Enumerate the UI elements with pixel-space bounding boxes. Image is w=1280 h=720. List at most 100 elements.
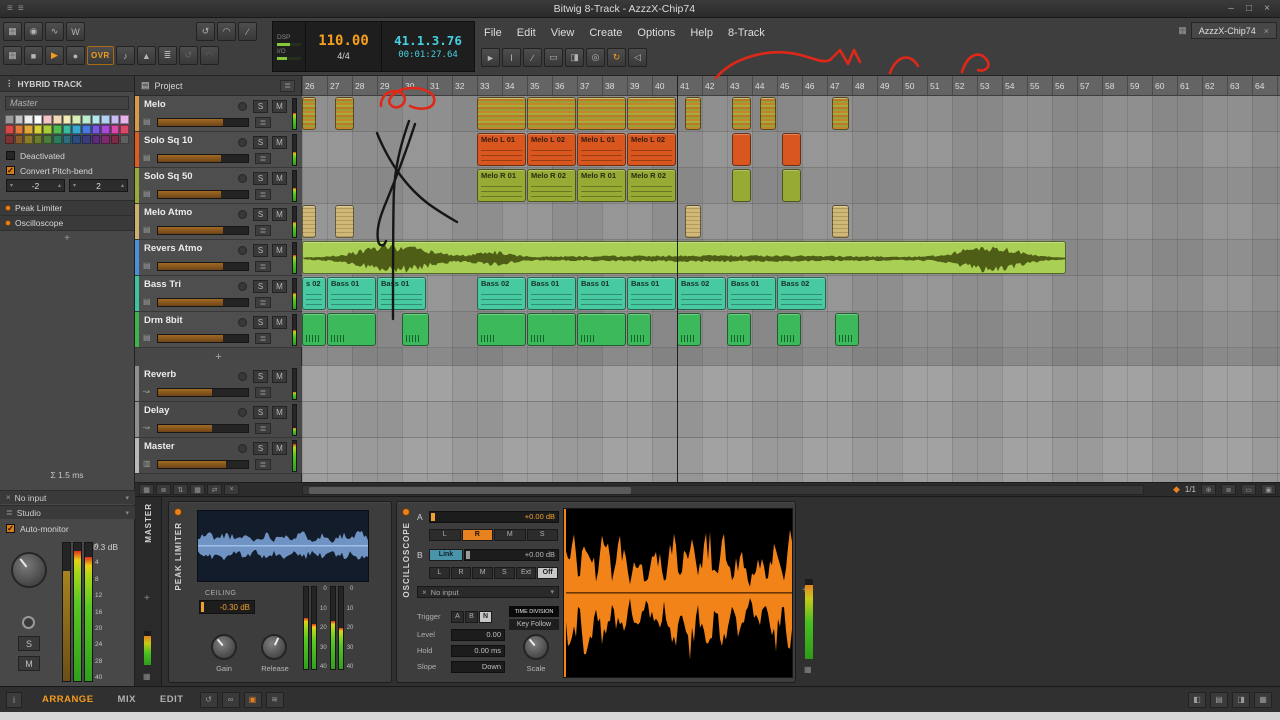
menu-help[interactable]: Help bbox=[690, 27, 713, 39]
record-arm-button[interactable] bbox=[22, 616, 35, 629]
ruler-bar-54[interactable]: 54 bbox=[1005, 81, 1014, 91]
track-volume-slider[interactable] bbox=[157, 298, 249, 307]
grid-icon[interactable]: ▦ bbox=[3, 22, 22, 41]
clip-melo[interactable] bbox=[732, 97, 751, 130]
track-menu-icon[interactable]: ≣ bbox=[255, 261, 271, 272]
clip-launcher-icon[interactable]: ▣ bbox=[244, 692, 262, 708]
ruler-bar-37[interactable]: 37 bbox=[580, 81, 589, 91]
clip-solo-sq-50-melo-r-01[interactable]: Melo R 01 bbox=[477, 169, 526, 202]
clip-bass-tri-s-02[interactable]: s 02 bbox=[302, 277, 326, 310]
list-view-icon[interactable]: ≣ bbox=[156, 484, 171, 495]
track-solo-button[interactable]: S bbox=[253, 100, 268, 113]
fader-icon[interactable]: ▲ bbox=[137, 46, 156, 65]
clear-input-icon[interactable]: × bbox=[6, 493, 11, 502]
close-button[interactable]: × bbox=[1260, 3, 1274, 14]
clip-melo-atmo[interactable] bbox=[302, 205, 316, 238]
clip-solo-sq-10-melo-l-02[interactable]: Melo L 02 bbox=[527, 133, 576, 166]
track-menu-icon[interactable]: ≣ bbox=[255, 189, 271, 200]
caret-up-icon[interactable]: ▴ bbox=[121, 182, 124, 189]
arrangement-row-solo-sq-10[interactable]: Melo L 01Melo L 02Melo L 01Melo L 02 bbox=[302, 132, 1280, 168]
palette-swatch-29[interactable] bbox=[34, 135, 43, 144]
deactivated-row[interactable]: Deactivated bbox=[0, 148, 134, 163]
tempo-display[interactable]: 110.00 4/4 bbox=[306, 22, 382, 71]
automation-lanes-icon[interactable]: ≣ bbox=[158, 46, 177, 65]
clip-solo-sq-10-melo-l-02[interactable]: Melo L 02 bbox=[627, 133, 676, 166]
ruler-bar-26[interactable]: 26 bbox=[305, 81, 314, 91]
palette-swatch-20[interactable] bbox=[72, 125, 81, 134]
knife-tool[interactable]: ◨ bbox=[565, 48, 584, 67]
hold-value[interactable]: 0.00 ms bbox=[451, 645, 505, 657]
snap-menu-icon[interactable]: ≣ bbox=[1221, 484, 1236, 495]
track-arm-dot[interactable] bbox=[238, 246, 247, 255]
palette-swatch-13[interactable] bbox=[5, 125, 14, 134]
ruler-bar-38[interactable]: 38 bbox=[605, 81, 614, 91]
ruler-bar-56[interactable]: 56 bbox=[1055, 81, 1064, 91]
clip-solo-sq-10-melo-l-01[interactable]: Melo L 01 bbox=[477, 133, 526, 166]
palette-swatch-15[interactable] bbox=[24, 125, 33, 134]
clip-bass-tri-bass-02[interactable]: Bass 02 bbox=[477, 277, 526, 310]
palette-swatch-9[interactable] bbox=[92, 115, 101, 124]
track-arm-dot[interactable] bbox=[238, 408, 247, 417]
arrangement-row-reverb[interactable] bbox=[302, 366, 1280, 402]
inspector-device-oscilloscope[interactable]: Oscilloscope bbox=[0, 216, 134, 231]
osc-a-r-button[interactable]: R bbox=[462, 529, 494, 541]
palette-swatch-14[interactable] bbox=[15, 125, 24, 134]
track-volume-slider[interactable] bbox=[157, 460, 249, 469]
ruler-bar-32[interactable]: 32 bbox=[455, 81, 464, 91]
layout-tab-arrange[interactable]: ARRANGE bbox=[30, 694, 106, 705]
trigger-n-button[interactable]: N bbox=[479, 611, 492, 623]
track-arm-dot[interactable] bbox=[238, 210, 247, 219]
palette-swatch-12[interactable] bbox=[120, 115, 129, 124]
clip-melo[interactable] bbox=[477, 97, 526, 130]
device-enabled-dot[interactable] bbox=[5, 205, 11, 211]
clip-melo-atmo[interactable] bbox=[335, 205, 354, 238]
zoom-tool[interactable]: ◎ bbox=[586, 48, 605, 67]
palette-swatch-30[interactable] bbox=[43, 135, 52, 144]
ruler-bar-51[interactable]: 51 bbox=[930, 81, 939, 91]
track-solo-button[interactable]: S bbox=[253, 208, 268, 221]
clip-solo-sq-50[interactable] bbox=[732, 169, 751, 202]
menu-file[interactable]: File bbox=[484, 27, 502, 39]
punch-out-icon[interactable]: ∕ bbox=[238, 22, 257, 41]
level-value[interactable]: 0.00 bbox=[451, 629, 505, 641]
ruler-bar-58[interactable]: 58 bbox=[1105, 81, 1114, 91]
clip-drm-8bit[interactable] bbox=[835, 313, 859, 346]
arrangement-row-bass-tri[interactable]: s 02Bass 01Bass 01Bass 02Bass 01Bass 01B… bbox=[302, 276, 1280, 312]
mixer-strip-icon[interactable]: ≋ bbox=[266, 692, 284, 708]
osc-link-button[interactable]: Link bbox=[429, 549, 463, 561]
punch2-icon[interactable]: ◠ bbox=[200, 46, 219, 65]
tracklist-add-button[interactable]: + bbox=[135, 348, 302, 366]
pitch-down-spinner[interactable]: ▾-2▴ bbox=[6, 179, 65, 192]
osc-b-s-button[interactable]: S bbox=[494, 567, 515, 579]
clip-solo-sq-10[interactable] bbox=[782, 133, 801, 166]
osc-b-gain[interactable]: +0.00 dB bbox=[464, 549, 559, 561]
palette-swatch-11[interactable] bbox=[111, 115, 120, 124]
info-icon[interactable]: i bbox=[6, 692, 22, 708]
caret-up-icon[interactable]: ▴ bbox=[58, 182, 61, 189]
track-arm-dot[interactable] bbox=[238, 138, 247, 147]
clip-melo[interactable] bbox=[302, 97, 316, 130]
arrangement-row-revers-atmo[interactable] bbox=[302, 240, 1280, 276]
arrangement-row-delay[interactable] bbox=[302, 402, 1280, 438]
track-mute-button[interactable]: M bbox=[272, 100, 287, 113]
palette-swatch-16[interactable] bbox=[34, 125, 43, 134]
track-mute-button[interactable]: M bbox=[272, 370, 287, 383]
menu-options[interactable]: Options bbox=[637, 27, 675, 39]
track-row-bass-tri[interactable]: Bass Tri▤SM≣ bbox=[135, 276, 302, 312]
osc-input-chooser[interactable]: ×No input▾ bbox=[417, 586, 559, 598]
overdub-button[interactable]: OVR bbox=[87, 46, 114, 65]
panel-bottom-icon[interactable]: ▤ bbox=[1210, 692, 1228, 708]
ruler-bar-64[interactable]: 64 bbox=[1255, 81, 1264, 91]
track-menu-icon[interactable]: ≣ bbox=[255, 297, 271, 308]
ruler-bar-49[interactable]: 49 bbox=[880, 81, 889, 91]
track-solo-button[interactable]: S bbox=[253, 406, 268, 419]
menu-view[interactable]: View bbox=[551, 27, 575, 39]
palette-swatch-36[interactable] bbox=[101, 135, 110, 144]
palette-swatch-5[interactable] bbox=[53, 115, 62, 124]
palette-swatch-10[interactable] bbox=[101, 115, 110, 124]
auto-monitor-checkbox[interactable]: ✓ bbox=[6, 524, 15, 533]
track-arm-dot[interactable] bbox=[238, 174, 247, 183]
palette-swatch-2[interactable] bbox=[24, 115, 33, 124]
zoom-fit-icon[interactable]: ⊕ bbox=[1201, 484, 1216, 495]
clip-solo-sq-10-melo-l-01[interactable]: Melo L 01 bbox=[577, 133, 626, 166]
